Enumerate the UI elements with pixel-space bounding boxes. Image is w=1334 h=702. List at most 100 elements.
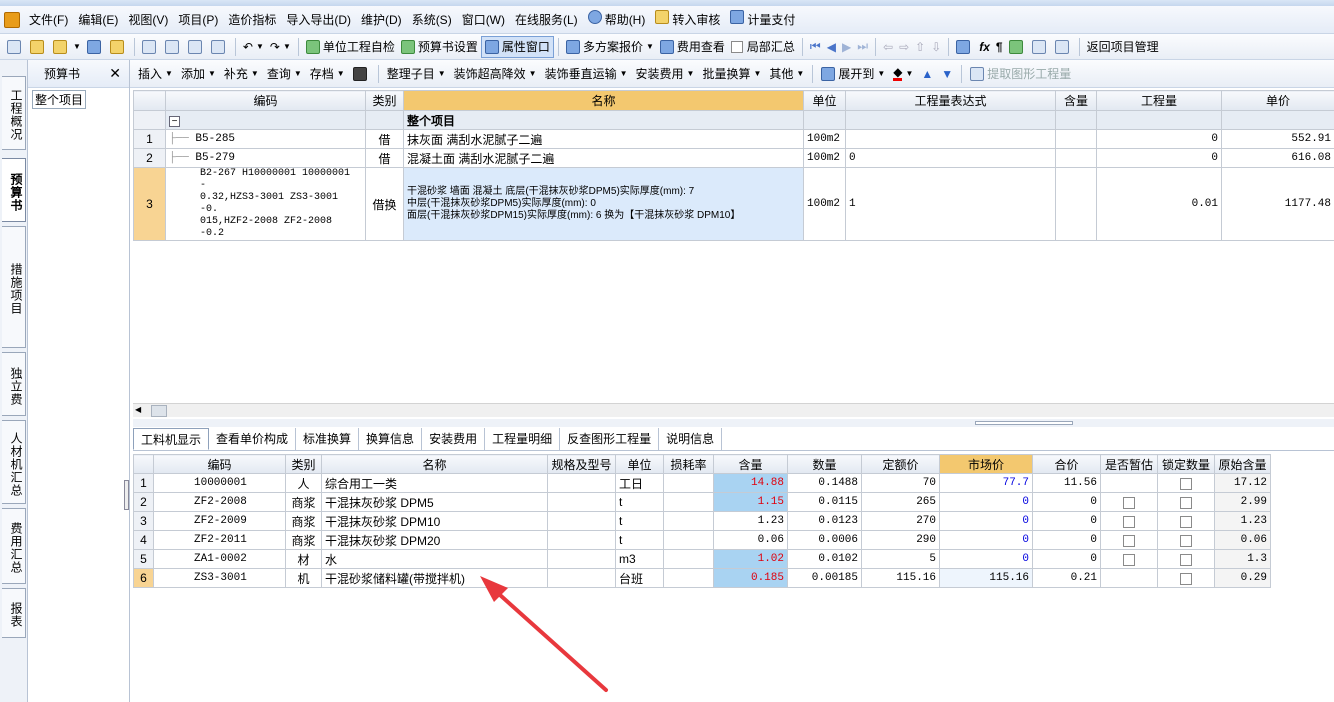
mat-quota-price[interactable]: 270 — [861, 511, 940, 531]
mat-quantity[interactable]: 0.0115 — [787, 492, 862, 512]
mat-spec[interactable] — [547, 492, 616, 512]
batch-convert-menu[interactable]: 批量换算 ▼ — [698, 63, 765, 85]
tab-independent-fee[interactable]: 独立费 — [2, 352, 26, 416]
mat-total[interactable]: 0.21 — [1032, 568, 1101, 588]
menu-view[interactable]: 视图(V) — [123, 9, 173, 31]
paste-button[interactable] — [185, 36, 208, 58]
mat-name[interactable]: 干混砂浆储料罐(带搅拌机) — [321, 568, 548, 588]
archive-menu[interactable]: 存档 ▼ — [306, 63, 349, 85]
estimate-checkbox[interactable] — [1123, 515, 1135, 528]
mat-name[interactable]: 干混抹灰砂浆 DPM5 — [321, 492, 548, 512]
pane-resize-handle[interactable] — [124, 480, 129, 510]
save-button[interactable] — [84, 36, 107, 58]
tab-unit-price-composition[interactable]: 查看单价构成 — [209, 428, 297, 450]
col2-quantity[interactable]: 数量 — [787, 454, 862, 474]
col2-lock-qty[interactable]: 锁定数量 — [1157, 454, 1215, 474]
col2-unit[interactable]: 单位 — [615, 454, 664, 474]
new-project-button[interactable] — [27, 36, 50, 58]
organize-menu[interactable]: 整理子目 ▼ — [383, 63, 450, 85]
col-unit-price[interactable]: 单价 — [1221, 90, 1334, 111]
col2-original-content[interactable]: 原始含量 — [1214, 454, 1271, 474]
mat-estimated[interactable] — [1100, 549, 1158, 569]
mat-category[interactable]: 商浆 — [285, 511, 322, 531]
mat-quota-price[interactable]: 70 — [861, 473, 940, 493]
mat-estimated[interactable] — [1100, 492, 1158, 512]
tab-reports[interactable]: 报表 — [2, 588, 26, 638]
table-row-selected[interactable]: 3 B2-267 H10000001 10000001 - 0.32,HZS3-… — [133, 167, 1334, 241]
tab-labor-material-summary[interactable]: 人材机汇总 — [2, 420, 26, 504]
pane-splitter[interactable] — [133, 419, 1334, 427]
new-button[interactable] — [4, 36, 27, 58]
mat-quota-price[interactable]: 115.16 — [861, 568, 940, 588]
row-unit[interactable]: 100m2 — [803, 167, 846, 241]
mat-quota-price[interactable]: 5 — [861, 549, 940, 569]
mat-market-price[interactable]: 0 — [939, 530, 1033, 550]
mat-content[interactable]: 0.185 — [713, 568, 788, 588]
row-quantity[interactable]: 0 — [1096, 129, 1222, 149]
tab-install-fee[interactable]: 安装费用 — [422, 428, 486, 450]
mat-content[interactable]: 1.23 — [713, 511, 788, 531]
self-check-button[interactable]: 单位工程自检 — [303, 36, 398, 58]
horizontal-scrollbar[interactable]: ◀ — [133, 403, 1334, 417]
tab-measures[interactable]: 措施项目 — [2, 226, 26, 348]
mat-category[interactable]: 材 — [285, 549, 322, 569]
mat-category[interactable]: 商浆 — [285, 492, 322, 512]
close-icon[interactable]: ✕ — [109, 65, 121, 82]
menu-window[interactable]: 窗口(W) — [457, 9, 510, 31]
tab-reverse-graphic-qty[interactable]: 反查图形工程量 — [560, 428, 660, 450]
menu-import-export[interactable]: 导入导出(D) — [281, 9, 356, 31]
mat-spec[interactable] — [547, 568, 616, 588]
row-content[interactable] — [1055, 129, 1097, 149]
mat-name[interactable]: 水 — [321, 549, 548, 569]
scroll-left-icon[interactable]: ◀ — [135, 405, 141, 414]
row-name[interactable]: 抹灰面 满刮水泥腻子二遍 — [403, 129, 804, 149]
menu-transfer-review[interactable]: 转入审核 — [650, 9, 725, 31]
row-category[interactable]: 借换 — [365, 167, 404, 241]
menu-project[interactable]: 项目(P) — [173, 9, 223, 31]
mat-original-content[interactable]: 0.06 — [1214, 530, 1271, 550]
mat-code[interactable]: 10000001 — [153, 473, 286, 493]
estimate-checkbox[interactable] — [1123, 534, 1135, 547]
mat-code[interactable]: ZF2-2008 — [153, 492, 286, 512]
row-quantity[interactable]: 0 — [1096, 148, 1222, 168]
redo-button[interactable]: ↷ ▼ — [267, 36, 294, 58]
paragraph-button[interactable]: ¶ — [993, 36, 1006, 58]
delete-button[interactable] — [208, 36, 231, 58]
mat-quota-price[interactable]: 290 — [861, 530, 940, 550]
multi-quote-button[interactable]: 多方案报价 ▼ — [563, 36, 657, 58]
mat-category[interactable]: 机 — [285, 568, 322, 588]
col2-loss[interactable]: 损耗率 — [663, 454, 714, 474]
mat-original-content[interactable]: 2.99 — [1214, 492, 1271, 512]
move-right-button[interactable]: ⇨ — [896, 36, 912, 58]
fill-color-button[interactable]: ◆ ▼ — [889, 63, 917, 85]
tab-budget-book[interactable]: 预算书 — [2, 158, 26, 222]
mat-content[interactable]: 1.15 — [713, 492, 788, 512]
lock-checkbox[interactable] — [1180, 553, 1192, 566]
move-down-button[interactable]: ⇩ — [928, 36, 944, 58]
move-up-row-button[interactable]: ▲ — [917, 63, 937, 85]
expand-to-menu[interactable]: 展开到 ▼ — [817, 63, 889, 85]
mat-lock[interactable] — [1157, 511, 1215, 531]
material-row[interactable]: 1 10000001 人 综合用工一类 工日 14.88 0.1488 70 7… — [133, 473, 1271, 493]
mat-spec[interactable] — [547, 530, 616, 550]
mat-market-price[interactable]: 77.7 — [939, 473, 1033, 493]
mat-unit[interactable]: t — [615, 530, 664, 550]
mat-loss[interactable] — [663, 473, 714, 493]
mat-name[interactable]: 干混抹灰砂浆 DPM10 — [321, 511, 548, 531]
material-row[interactable]: 5 ZA1-0002 材 水 m3 1.02 0.0102 5 0 0 1.3 — [133, 549, 1271, 569]
mat-content[interactable]: 14.88 — [713, 473, 788, 493]
mat-lock[interactable] — [1157, 568, 1215, 588]
material-row-selected[interactable]: 6 ZS3-3001 机 干混砂浆储料罐(带搅拌机) 台班 0.185 0.00… — [133, 568, 1271, 588]
next-button[interactable]: ▶ — [839, 36, 854, 58]
row-quantity[interactable]: 0.01 — [1096, 167, 1222, 241]
lock-checkbox[interactable] — [1180, 534, 1192, 547]
other-menu[interactable]: 其他 ▼ — [765, 63, 808, 85]
mat-estimated[interactable] — [1100, 530, 1158, 550]
col-unit[interactable]: 单位 — [803, 90, 846, 111]
mat-lock[interactable] — [1157, 530, 1215, 550]
partial-summary-checkbox[interactable] — [730, 40, 743, 53]
mat-code[interactable]: ZS3-3001 — [153, 568, 286, 588]
col2-category[interactable]: 类别 — [285, 454, 322, 474]
mat-quantity[interactable]: 0.0006 — [787, 530, 862, 550]
col-category[interactable]: 类别 — [365, 90, 404, 111]
